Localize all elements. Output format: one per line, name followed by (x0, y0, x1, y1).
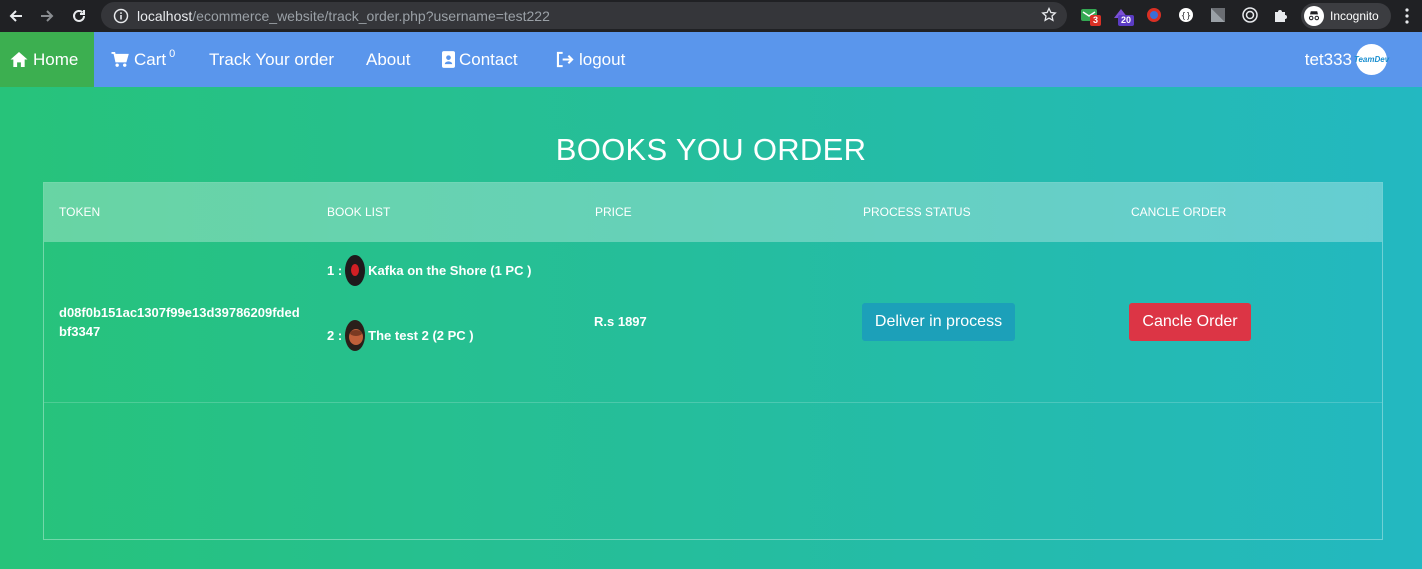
nav-about[interactable]: About (366, 32, 410, 87)
cart-count: 0 (169, 47, 176, 60)
forward-arrow-icon (41, 10, 54, 22)
contact-card-icon (442, 51, 455, 68)
back-button[interactable] (4, 4, 28, 28)
orders-table: TOKEN BOOK LIST PRICE PROCESS STATUS CAN… (43, 182, 1383, 540)
top-navbar: Home Cart 0 Track Your order About Conta… (0, 32, 1422, 87)
nav-home-label: Home (33, 49, 79, 69)
incognito-indicator[interactable]: Incognito (1301, 3, 1391, 29)
book-index: 2 : (327, 328, 343, 343)
page-title: BOOKS YOU ORDER (555, 132, 867, 167)
header-process-status: PROCESS STATUS (863, 205, 971, 219)
url-text: localhost/ecommerce_website/track_order.… (137, 8, 550, 24)
book-title: The test 2 (2 PC ) (368, 328, 474, 343)
order-price: R.s 1897 (594, 314, 647, 329)
incognito-icon (1304, 6, 1324, 26)
incognito-label: Incognito (1330, 9, 1379, 23)
logout-icon (556, 51, 574, 68)
book-title: Kafka on the Shore (1 PC ) (368, 263, 532, 278)
cart-icon (111, 51, 129, 67)
nav-cart-label: Cart (134, 49, 167, 69)
nav-about-label: About (366, 49, 411, 69)
extension-badge: 20 (1118, 15, 1135, 26)
back-arrow-icon (9, 10, 22, 22)
header-token: TOKEN (59, 205, 101, 219)
deliver-status-button[interactable]: Deliver in process (862, 303, 1015, 341)
order-token: d08f0b151ac1307f99e13d39786209fded bf334… (59, 303, 309, 341)
book-cover-thumbnail (345, 255, 366, 286)
browser-toolbar: localhost/ecommerce_website/track_order.… (0, 0, 1422, 32)
svg-text:{}: {} (1181, 11, 1191, 20)
username: tet333 (1304, 49, 1352, 69)
token-line: d08f0b151ac1307f99e13d39786209fded (59, 305, 300, 320)
flag-extension-icon[interactable] (1209, 6, 1227, 24)
nav-logout-label: logout (579, 49, 626, 69)
mail-extension-icon[interactable]: 3 (1080, 6, 1102, 26)
avatar-logo-text: TeamDev (1353, 55, 1390, 64)
header-price: PRICE (595, 205, 632, 219)
header-cancel-order: CANCLE ORDER (1131, 205, 1227, 219)
puzzle-extensions-icon[interactable] (1272, 6, 1290, 24)
forward-button[interactable] (35, 4, 59, 28)
reload-icon (73, 9, 85, 22)
menu-kebab-icon[interactable] (1405, 8, 1409, 24)
hat-extension-icon[interactable]: 20 (1112, 6, 1135, 26)
address-bar[interactable]: localhost/ecommerce_website/track_order.… (101, 2, 1067, 29)
home-icon (10, 51, 28, 68)
book-cover-thumbnail (345, 320, 366, 351)
table-row: d08f0b151ac1307f99e13d39786209fded bf334… (44, 242, 1382, 403)
header-book-list: BOOK LIST (327, 205, 391, 219)
nav-cart[interactable]: Cart 0 (110, 32, 175, 87)
target-extension-icon[interactable] (1241, 6, 1259, 24)
nav-contact-label: Contact (459, 49, 518, 69)
page-content: Home Cart 0 Track Your order About Conta… (0, 32, 1422, 569)
nav-track-order[interactable]: Track Your order (209, 32, 334, 87)
nav-home[interactable]: Home (0, 32, 94, 87)
extension-badge: 3 (1090, 15, 1102, 26)
url-path: /ecommerce_website/track_order.php?usern… (192, 7, 550, 24)
reload-button[interactable] (67, 4, 91, 28)
info-icon (113, 8, 129, 23)
nav-logout[interactable]: logout (556, 32, 625, 87)
nav-contact[interactable]: Contact (442, 32, 518, 87)
url-host: localhost (137, 7, 193, 24)
nav-track-label: Track Your order (209, 49, 335, 69)
blocker-extension-icon[interactable] (1145, 6, 1163, 24)
bookmark-star-icon[interactable] (1041, 7, 1057, 23)
cancel-order-button[interactable]: Cancle Order (1129, 303, 1251, 341)
avatar: TeamDev (1353, 44, 1390, 75)
book-item: 1 : Kafka on the Shore (1 PC ) (327, 255, 531, 286)
user-menu[interactable]: tet333 TeamDev (1304, 32, 1390, 87)
book-index: 1 : (327, 263, 343, 278)
code-extension-icon[interactable]: {} (1177, 6, 1195, 24)
table-header: TOKEN BOOK LIST PRICE PROCESS STATUS CAN… (44, 183, 1382, 242)
book-item: 2 : The test 2 (2 PC ) (327, 320, 474, 351)
token-line: bf3347 (59, 324, 101, 339)
